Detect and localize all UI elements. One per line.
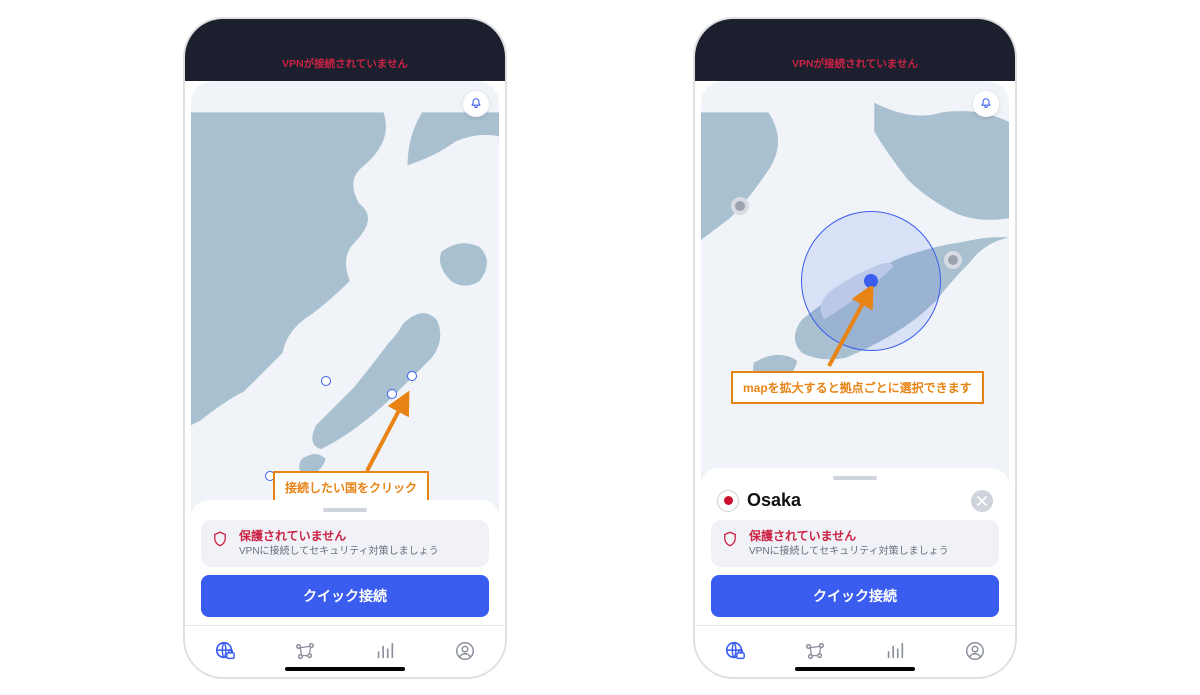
panel-handle[interactable] bbox=[833, 476, 877, 480]
tab-vpn[interactable] bbox=[211, 637, 239, 665]
selected-location-name: Osaka bbox=[747, 490, 801, 511]
bars-icon bbox=[884, 640, 906, 662]
server-pin[interactable] bbox=[387, 389, 397, 399]
bars-icon bbox=[374, 640, 396, 662]
map-area[interactable]: 接続したい国をクリック 保護されていません VPNに接続してセキュリティ対策しま… bbox=[191, 81, 499, 625]
tab-meshnet[interactable] bbox=[291, 637, 319, 665]
close-icon bbox=[977, 496, 987, 506]
vpn-status-label: VPNが接続されていません bbox=[185, 56, 505, 71]
bell-icon bbox=[469, 97, 483, 111]
globe-lock-icon bbox=[214, 640, 236, 662]
home-indicator[interactable] bbox=[795, 667, 915, 671]
tab-profile[interactable] bbox=[451, 637, 479, 665]
server-pin-disabled[interactable] bbox=[944, 251, 962, 269]
protection-status-card: 保護されていません VPNに接続してセキュリティ対策しましょう bbox=[711, 520, 999, 567]
shield-icon bbox=[211, 530, 229, 553]
protection-subtitle: VPNに接続してセキュリティ対策しましょう bbox=[749, 545, 949, 559]
server-pin[interactable] bbox=[407, 371, 417, 381]
annotation-callout: 接続したい国をクリック bbox=[273, 471, 429, 504]
quick-connect-button[interactable]: クイック接続 bbox=[711, 575, 999, 617]
bottom-panel: Osaka 保護されていません VPNに接続してセキュリティ対策しましょう クイ… bbox=[701, 468, 1009, 625]
mesh-icon bbox=[804, 640, 826, 662]
tab-meshnet[interactable] bbox=[801, 637, 829, 665]
tab-stats[interactable] bbox=[881, 637, 909, 665]
globe-lock-icon bbox=[724, 640, 746, 662]
profile-icon bbox=[964, 640, 986, 662]
mesh-icon bbox=[294, 640, 316, 662]
panel-handle[interactable] bbox=[323, 508, 367, 512]
tab-profile[interactable] bbox=[961, 637, 989, 665]
status-bar: VPNが接続されていません bbox=[185, 19, 505, 81]
shield-icon bbox=[721, 530, 739, 553]
clear-selection-button[interactable] bbox=[971, 490, 993, 512]
protection-subtitle: VPNに接続してセキュリティ対策しましょう bbox=[239, 545, 439, 559]
map-area[interactable]: mapを拡大すると拠点ごとに選択できます Osaka 保護されていません VPN… bbox=[701, 81, 1009, 625]
server-pin-disabled[interactable] bbox=[731, 197, 749, 215]
home-indicator[interactable] bbox=[285, 667, 405, 671]
server-pin-selected[interactable] bbox=[864, 274, 878, 288]
bottom-panel: 保護されていません VPNに接続してセキュリティ対策しましょう クイック接続 bbox=[191, 500, 499, 625]
protection-title: 保護されていません bbox=[749, 528, 949, 545]
flag-jp-icon bbox=[717, 490, 739, 512]
quick-connect-button[interactable]: クイック接続 bbox=[201, 575, 489, 617]
vpn-status-label: VPNが接続されていません bbox=[695, 56, 1015, 71]
profile-icon bbox=[454, 640, 476, 662]
phone-left: VPNが接続されていません 接続したい国をクリック bbox=[185, 19, 505, 677]
selected-location-row: Osaka bbox=[711, 488, 999, 512]
protection-status-card: 保護されていません VPNに接続してセキュリティ対策しましょう bbox=[201, 520, 489, 567]
tab-stats[interactable] bbox=[371, 637, 399, 665]
annotation-callout: mapを拡大すると拠点ごとに選択できます bbox=[731, 371, 984, 404]
tab-vpn[interactable] bbox=[721, 637, 749, 665]
notifications-button[interactable] bbox=[973, 91, 999, 117]
protection-title: 保護されていません bbox=[239, 528, 439, 545]
bell-icon bbox=[979, 97, 993, 111]
server-pin[interactable] bbox=[321, 376, 331, 386]
phone-right: VPNが接続されていません mapを拡大すると拠点ごとに選択できます bbox=[695, 19, 1015, 677]
notifications-button[interactable] bbox=[463, 91, 489, 117]
status-bar: VPNが接続されていません bbox=[695, 19, 1015, 81]
